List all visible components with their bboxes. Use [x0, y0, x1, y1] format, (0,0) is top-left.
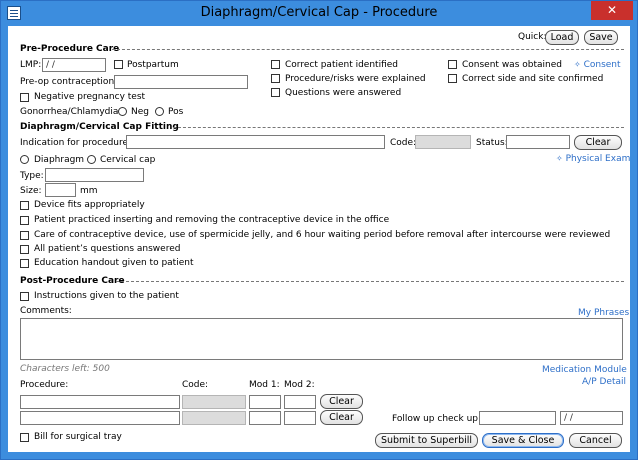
postpartum-label: Postpartum [127, 60, 179, 70]
bill-surgical-tray-label: Bill for surgical tray [34, 432, 122, 442]
quick-load-button[interactable]: Load [545, 30, 579, 45]
pre-procedure-header: Pre-Procedure Care [20, 44, 120, 54]
procedure-clear-button[interactable]: Clear [320, 410, 363, 425]
questions-answered-checkbox[interactable] [271, 88, 280, 97]
type-label: Type: [20, 171, 44, 181]
mod2-field[interactable] [284, 395, 316, 409]
type-field[interactable] [45, 168, 144, 182]
fitting-code-label: Code: [390, 138, 417, 148]
fitting-item-checkbox[interactable] [20, 201, 29, 210]
consent-obtained-checkbox[interactable] [448, 60, 457, 69]
consent-obtained-label: Consent was obtained [462, 60, 562, 70]
section-divider [112, 49, 624, 50]
lmp-date-field[interactable]: / / [42, 58, 106, 72]
preop-contraception-label: Pre-op contraception: [20, 77, 118, 87]
cancel-button[interactable]: Cancel [569, 433, 622, 448]
instructions-label: Instructions given to the patient [34, 291, 179, 301]
instructions-checkbox[interactable] [20, 292, 29, 301]
diaphragm-radio[interactable] [20, 155, 29, 164]
gc-pos-label: Pos [168, 107, 184, 117]
status-field[interactable] [506, 135, 570, 149]
fitting-item-label: Patient practiced inserting and removing… [34, 215, 390, 225]
gonorrhea-chlamydia-label: Gonorrhea/Chlamydia: [20, 107, 122, 117]
cervical-cap-radio[interactable] [87, 155, 96, 164]
diaphragm-label: Diaphragm [34, 155, 85, 165]
questions-answered-label: Questions were answered [285, 88, 402, 98]
procedure-code-field [182, 411, 246, 425]
negative-pregnancy-label: Negative pregnancy test [34, 92, 146, 102]
ap-detail-link[interactable]: A/P Detail [582, 377, 626, 387]
gc-neg-label: Neg [131, 107, 149, 117]
gc-pos-radio[interactable] [155, 107, 164, 116]
negative-pregnancy-checkbox[interactable] [20, 93, 29, 102]
consent-link[interactable]: ✧ Consent [574, 60, 621, 70]
fitting-item-checkbox[interactable] [20, 216, 29, 225]
expand-star-icon: ✧ [574, 60, 581, 69]
fitting-item-label: All patient’s questions answered [34, 244, 181, 254]
preop-contraception-field[interactable] [114, 75, 248, 89]
procedure-window: Diaphragm/Cervical Cap - Procedure ✕ Qui… [0, 0, 638, 460]
correct-patient-label: Correct patient identified [285, 60, 399, 70]
status-label: Status: [476, 138, 508, 148]
post-procedure-header: Post-Procedure Care [20, 276, 125, 286]
size-unit: mm [80, 186, 98, 196]
fitting-item-label: Care of contraceptive device, use of spe… [34, 230, 611, 240]
section-divider [173, 127, 624, 128]
medication-module-link[interactable]: Medication Module [542, 365, 627, 375]
correct-side-checkbox[interactable] [448, 74, 457, 83]
procedure-field[interactable] [20, 395, 180, 409]
procedure-label: Procedure: [20, 380, 69, 390]
gc-neg-radio[interactable] [118, 107, 127, 116]
postpartum-checkbox[interactable] [114, 60, 123, 69]
fitting-code-field [415, 135, 471, 149]
window-title: Diaphragm/Cervical Cap - Procedure [200, 5, 438, 20]
mod2-label: Mod 2: [284, 380, 315, 390]
followup-date-field[interactable]: / / [560, 411, 623, 425]
procedure-risks-label: Procedure/risks were explained [285, 74, 426, 84]
fitting-header: Diaphragm/Cervical Cap Fitting [20, 122, 179, 132]
procedure-code-field [182, 395, 246, 409]
fitting-clear-button[interactable]: Clear [574, 135, 622, 150]
lmp-label: LMP: [20, 60, 42, 70]
size-field[interactable] [45, 183, 76, 197]
mod1-label: Mod 1: [249, 380, 280, 390]
fitting-item-label: Education handout given to patient [34, 258, 194, 268]
procedure-risks-checkbox[interactable] [271, 74, 280, 83]
bill-surgical-tray-checkbox[interactable] [20, 433, 29, 442]
mod1-field[interactable] [249, 395, 281, 409]
section-divider [116, 281, 624, 282]
fitting-item-checkbox[interactable] [20, 231, 29, 240]
indication-field[interactable] [126, 135, 385, 149]
quick-label: Quick: [518, 32, 547, 42]
my-phrases-link[interactable]: My Phrases [578, 308, 629, 318]
followup-field[interactable] [479, 411, 556, 425]
fitting-item-checkbox[interactable] [20, 245, 29, 254]
procedure-clear-button[interactable]: Clear [320, 394, 363, 409]
close-button[interactable]: ✕ [591, 1, 633, 20]
form-body: Quick: Load Save Pre-Procedure Care LMP:… [8, 26, 630, 452]
size-label: Size: [20, 186, 42, 196]
fitting-item-label: Device fits appropriately [34, 200, 145, 210]
comments-label: Comments: [20, 306, 72, 316]
cervical-cap-label: Cervical cap [100, 155, 156, 165]
fitting-item-checkbox[interactable] [20, 259, 29, 268]
characters-left: Characters left: 500 [20, 364, 110, 374]
save-close-button[interactable]: Save & Close [482, 433, 564, 448]
mod1-field[interactable] [249, 411, 281, 425]
comments-textarea[interactable] [20, 318, 623, 360]
followup-label: Follow up check up: [392, 414, 482, 424]
title-bar: Diaphragm/Cervical Cap - Procedure ✕ [1, 1, 637, 25]
procedure-field[interactable] [20, 411, 180, 425]
correct-patient-checkbox[interactable] [271, 60, 280, 69]
correct-side-label: Correct side and site confirmed [462, 74, 604, 84]
mod2-field[interactable] [284, 411, 316, 425]
quick-save-button[interactable]: Save [584, 30, 618, 45]
indication-label: Indication for procedure: [20, 138, 132, 148]
expand-star-icon: ✧ [556, 154, 563, 163]
billing-code-label: Code: [182, 380, 209, 390]
physical-exam-link[interactable]: ✧ Physical Exam [556, 154, 630, 164]
submit-superbill-button[interactable]: Submit to Superbill [375, 433, 478, 448]
